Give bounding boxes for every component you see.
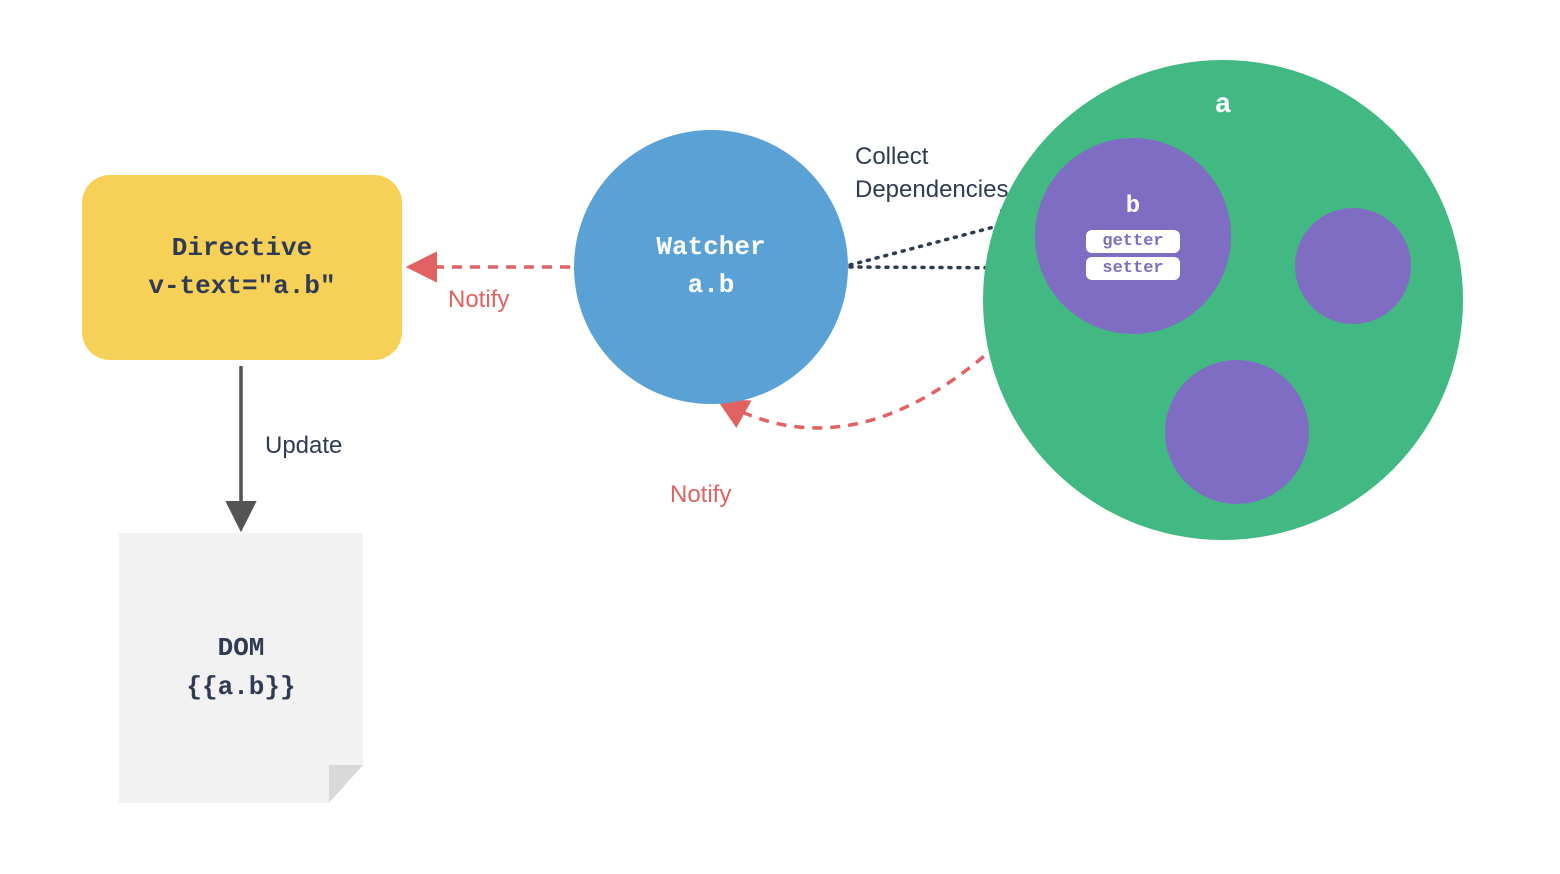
label-collect-1: Collect [855, 143, 928, 171]
object-b-node: b getter setter [1035, 138, 1231, 334]
dom-code: {{a.b}} [186, 668, 295, 707]
dom-title: DOM [218, 629, 265, 668]
watcher-title: Watcher [656, 229, 765, 267]
setter-badge: setter [1086, 257, 1180, 280]
property-circle-1 [1295, 208, 1411, 324]
directive-node: Directive v-text="a.b" [82, 175, 402, 360]
page-fold-icon [329, 765, 363, 803]
label-notify-2: Notify [670, 481, 731, 509]
label-collect-2: Dependencies [855, 176, 1008, 204]
directive-code: v-text="a.b" [148, 268, 335, 306]
watcher-node: Watcher a.b [574, 130, 848, 404]
object-a-node: a b getter setter [983, 60, 1463, 540]
directive-title: Directive [172, 230, 312, 268]
label-update: Update [265, 432, 342, 460]
object-a-label: a [1215, 90, 1232, 121]
watcher-code: a.b [688, 267, 735, 305]
dom-node: DOM {{a.b}} [119, 533, 363, 803]
object-b-label: b [1126, 193, 1140, 220]
getter-badge: getter [1086, 230, 1180, 253]
label-notify-1: Notify [448, 286, 509, 314]
property-circle-2 [1165, 360, 1309, 504]
